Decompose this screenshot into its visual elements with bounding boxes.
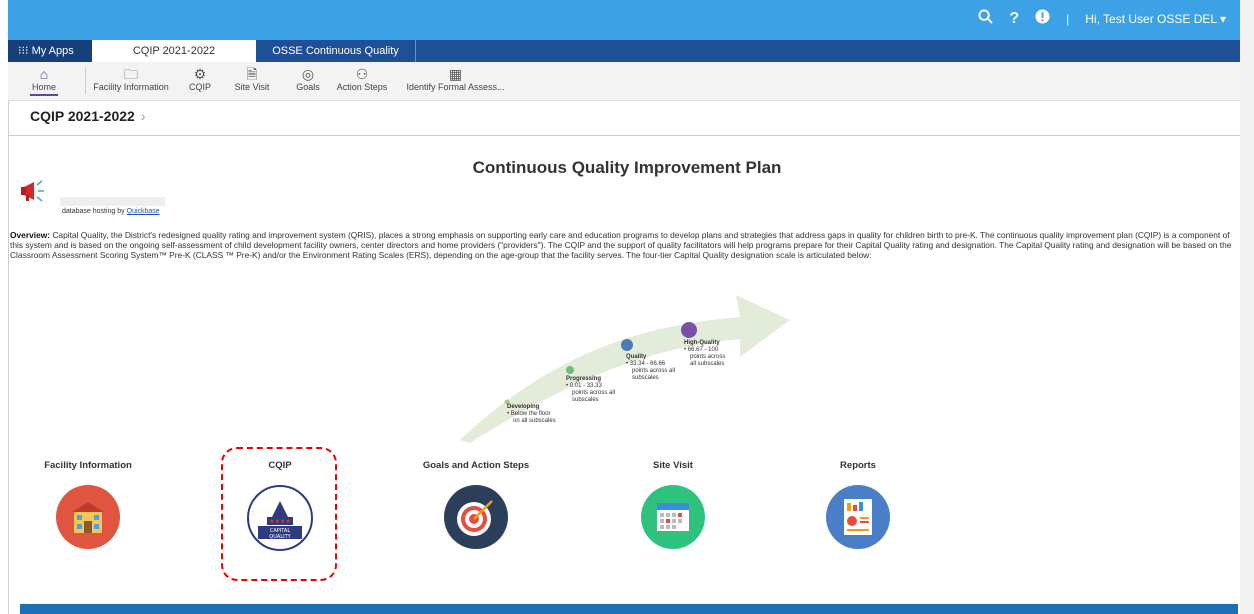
- toolbar-goals[interactable]: ◎ Goals: [293, 66, 323, 92]
- alert-icon[interactable]: [1035, 9, 1050, 29]
- stage-line: • 66.67 - 100: [684, 347, 719, 353]
- stage-developing: Developing • Below the floor on all subs…: [507, 404, 556, 425]
- quality-scale-arrow: [460, 295, 790, 443]
- target-icon: [444, 485, 508, 549]
- stage-line: all subscales: [690, 361, 725, 367]
- home-icon: ⌂: [39, 66, 49, 82]
- top-bar: ? | Hi, Test User OSSE DEL ▾: [8, 0, 1240, 40]
- megaphone-icon: [20, 178, 48, 209]
- hosting-credit: database hosting by Quickbase: [62, 208, 160, 215]
- report-icon: [826, 485, 890, 549]
- divider: [8, 135, 1240, 136]
- toolbar-facility-information[interactable]: 🗀 Facility Information: [92, 66, 170, 92]
- stage-quality: Quality • 33.34 - 66.66 points across al…: [626, 354, 675, 382]
- toolbar-home[interactable]: ⌂ Home: [30, 66, 58, 96]
- stage-line: points across: [690, 354, 726, 360]
- page-title: Continuous Quality Improvement Plan: [472, 158, 782, 177]
- tab-my-apps-label: My Apps: [31, 45, 74, 57]
- stage-name: High-Quality: [684, 340, 720, 346]
- user-menu[interactable]: Hi, Test User OSSE DEL ▾: [1085, 12, 1226, 26]
- calculator-icon: ▦: [448, 66, 463, 82]
- tab-my-apps[interactable]: ⁝⁝⁝ My Apps: [8, 40, 92, 62]
- gear-icon: ⚙: [193, 66, 207, 82]
- document-icon: 🗎: [246, 66, 258, 82]
- folder-icon: 🗀: [124, 66, 138, 82]
- toolbar-cqip-label: CQIP: [188, 82, 211, 92]
- tile-label: Goals and Action Steps: [422, 460, 530, 471]
- bottom-bar: [20, 604, 1238, 614]
- stage-name: Quality: [626, 354, 647, 360]
- toolbar-divider: [85, 68, 86, 94]
- stage-progressing: Progressing • 0.01 - 33.33 points across…: [566, 376, 615, 404]
- breadcrumb[interactable]: CQIP 2021-2022 ›: [30, 108, 146, 124]
- stage-line: • 33.34 - 66.66: [626, 361, 666, 367]
- stage-line: • Below the floor: [507, 411, 551, 417]
- divider: |: [1066, 12, 1070, 26]
- scrollbar[interactable]: [1240, 0, 1254, 614]
- placeholder-bar: [60, 197, 165, 206]
- hosting-prefix: database hosting by: [62, 208, 125, 215]
- tile-goals-action-steps[interactable]: Goals and Action Steps: [416, 460, 536, 549]
- quality-dot: [621, 339, 633, 351]
- tile-label: Facility Information: [44, 460, 132, 471]
- building-icon: [56, 485, 120, 549]
- grid-icon: ⁝⁝⁝: [18, 45, 29, 57]
- tile-label: Site Visit: [653, 460, 693, 471]
- toolbar-site-visit-label: Site Visit: [234, 82, 270, 92]
- stage-high-quality: High-Quality • 66.67 - 100 points across…: [684, 340, 725, 368]
- high-quality-dot: [681, 322, 697, 338]
- stage-line: points across all: [632, 368, 676, 374]
- toolbar-facility-label: Facility Information: [93, 82, 169, 92]
- stage-line: • 0.01 - 33.33: [566, 383, 602, 389]
- user-name: Hi, Test User OSSE DEL: [1085, 12, 1217, 26]
- toolbar-action-steps[interactable]: ⚇ Action Steps: [336, 66, 388, 92]
- stage-line: subscales: [572, 397, 599, 403]
- stage-name: Progressing: [566, 376, 602, 382]
- target-icon: ◎: [301, 66, 315, 82]
- tile-reports[interactable]: Reports: [798, 460, 918, 549]
- toolbar-site-visit[interactable]: 🗎 Site Visit: [230, 66, 274, 92]
- tab-cqip-2021-2022[interactable]: CQIP 2021-2022: [92, 40, 256, 62]
- stage-line: on all subscales: [513, 418, 556, 424]
- stage-line: points across all: [572, 390, 616, 396]
- search-icon[interactable]: [978, 9, 994, 29]
- tile-site-visit[interactable]: Site Visit: [613, 460, 733, 549]
- toolbar-action-steps-label: Action Steps: [336, 82, 388, 92]
- stage-line: subscales: [632, 375, 659, 381]
- highlight-box: [221, 447, 337, 581]
- chevron-down-icon: ▾: [1219, 12, 1226, 26]
- tile-label: Reports: [840, 460, 876, 471]
- toolbar-identify-label: Identify Formal Assess...: [406, 82, 505, 92]
- progressing-dot: [566, 366, 574, 374]
- toolbar-identify-formal-assess[interactable]: ▦ Identify Formal Assess...: [403, 66, 508, 92]
- toolbar-goals-label: Goals: [296, 82, 320, 92]
- toolbar: ⌂ Home 🗀 Facility Information ⚙ CQIP 🗎 S…: [8, 62, 1240, 101]
- overview-text: Capital Quality, the District's redesign…: [10, 230, 1232, 260]
- tile-facility-information[interactable]: Facility Information: [28, 460, 148, 549]
- overview-label: Overview:: [10, 230, 51, 240]
- quickbase-link[interactable]: Quickbase: [127, 208, 160, 215]
- help-icon[interactable]: ?: [1009, 10, 1019, 28]
- tab-osse-cqi[interactable]: OSSE Continuous Quality Impro...: [256, 40, 416, 79]
- toolbar-home-label: Home: [31, 82, 56, 92]
- chevron-right-icon: ›: [140, 108, 146, 124]
- stage-name: Developing: [507, 404, 540, 410]
- calendar-icon: [641, 485, 705, 549]
- network-icon: ⚇: [355, 66, 369, 82]
- toolbar-cqip[interactable]: ⚙ CQIP: [184, 66, 216, 92]
- app-tab-bar: ⁝⁝⁝ My Apps CQIP 2021-2022 OSSE Continuo…: [8, 40, 1240, 79]
- overview-paragraph: Overview: Capital Quality, the District'…: [10, 230, 1242, 260]
- breadcrumb-label: CQIP 2021-2022: [30, 108, 135, 124]
